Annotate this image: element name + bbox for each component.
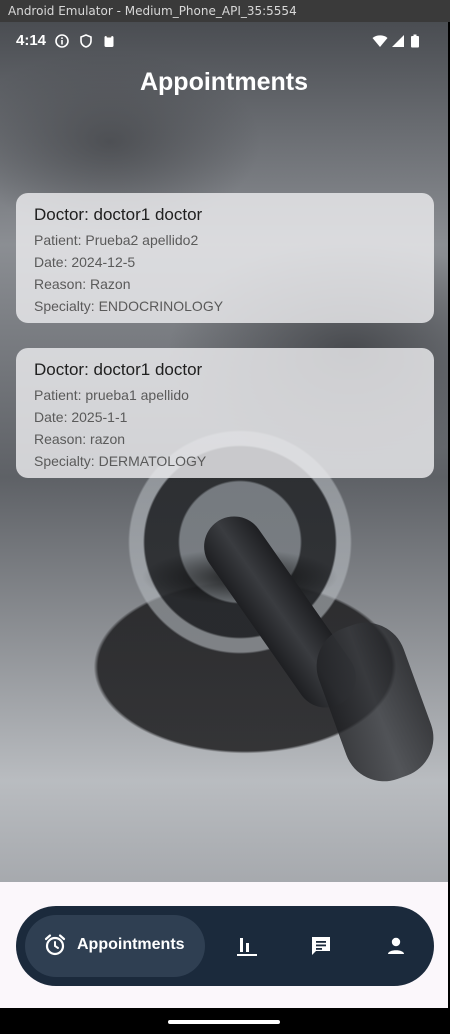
appointment-patient: Patient: prueba1 apellido	[34, 387, 189, 403]
appointment-reason: Reason: Razon	[34, 276, 131, 292]
appointment-specialty: Specialty: DERMATOLOGY	[34, 453, 207, 469]
home-handle[interactable]	[168, 1020, 280, 1024]
wifi-icon	[372, 35, 388, 47]
bottom-navigation-bar: Appointments	[16, 906, 434, 986]
appointment-doctor: Doctor: doctor1 doctor	[34, 360, 203, 379]
alarm-clock-icon	[44, 934, 66, 956]
status-time: 4:14	[16, 32, 47, 49]
appointment-date: Date: 2024-12-5	[34, 254, 136, 270]
gesture-navigation-bar	[0, 1008, 448, 1034]
nav-item-label: Appointments	[77, 936, 185, 953]
appointment-specialty: Specialty: ENDOCRINOLOGY	[34, 298, 224, 314]
page-title: Appointments	[139, 68, 309, 96]
nav-item-appointments[interactable]: Appointments	[25, 915, 205, 977]
appointment-date: Date: 2025-1-1	[34, 409, 128, 425]
message-icon[interactable]	[309, 934, 333, 958]
person-icon[interactable]	[384, 934, 408, 958]
info-icon	[55, 34, 69, 48]
background-stethoscope-tube	[305, 611, 445, 793]
app-screen: 4:14 Appointments Doctor: doctor1 doctor…	[0, 22, 448, 1034]
appointment-reason: Reason: razon	[34, 431, 126, 447]
battery-icon	[411, 34, 419, 48]
appointment-patient: Patient: Prueba2 apellido2	[34, 232, 199, 248]
bar-chart-icon[interactable]	[235, 934, 259, 958]
shield-icon	[80, 34, 92, 48]
appointment-card[interactable]: Doctor: doctor1 doctor Patient: prueba1 …	[16, 348, 434, 478]
emulator-window-title: Android Emulator - Medium_Phone_API_35:5…	[0, 0, 450, 22]
status-bar: 4:14	[0, 22, 448, 62]
appointment-card[interactable]: Doctor: doctor1 doctor Patient: Prueba2 …	[16, 193, 434, 323]
signal-icon	[392, 35, 404, 47]
appointment-doctor: Doctor: doctor1 doctor	[34, 205, 203, 224]
clipboard-icon	[104, 35, 114, 47]
